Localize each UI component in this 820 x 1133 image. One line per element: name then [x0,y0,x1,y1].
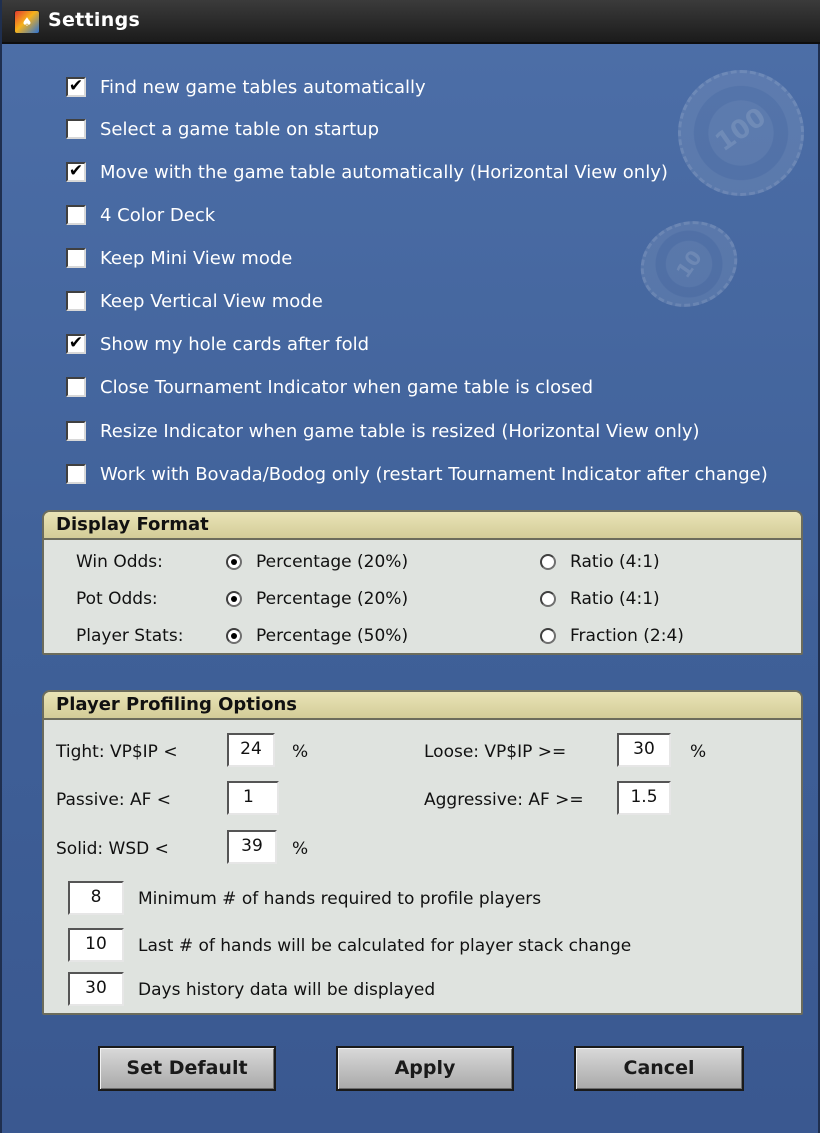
checkbox-close-indicator[interactable]: Close Tournament Indicator when game tab… [66,374,593,400]
check-mark-icon: ✔ [68,76,84,96]
set-default-button[interactable]: Set Default [98,1046,276,1091]
app-logo-icon: ♠ [14,10,40,34]
checkbox-box[interactable] [66,248,86,268]
title-bar[interactable]: ♠ Settings [2,0,820,44]
checkbox-box[interactable]: ✔ [66,162,86,182]
radio-button[interactable] [226,591,242,607]
checkbox-bovada-only[interactable]: Work with Bovada/Bodog only (restart Tou… [66,461,768,487]
radio-button[interactable] [226,628,242,644]
passive-label: Passive: AF < [56,790,172,810]
checkbox-box[interactable] [66,377,86,397]
min-hands-input[interactable]: 8 [68,881,124,915]
checkbox-box[interactable] [66,464,86,484]
checkbox-label: Keep Mini View mode [100,247,293,269]
solid-percent-sign: % [292,839,309,859]
checkbox-label: Move with the game table automatically (… [100,161,668,183]
checkbox-label: Find new game tables automatically [100,76,426,98]
aggressive-label: Aggressive: AF >= [424,790,584,810]
player-stats-row: Player Stats: Percentage (50%) Fraction … [44,624,801,650]
checkbox-box[interactable] [66,205,86,225]
checkbox-box[interactable] [66,119,86,139]
radio-label: Percentage (50%) [256,626,409,646]
win-odds-ratio-radio[interactable]: Ratio (4:1) [540,552,660,572]
days-history-label: Days history data will be displayed [138,980,436,1000]
checkbox-label: 4 Color Deck [100,204,216,226]
checkbox-label: Select a game table on startup [100,118,379,140]
player-stats-fraction-radio[interactable]: Fraction (2:4) [540,626,684,646]
window-title: Settings [48,9,141,31]
chip-small-text: 10 [671,245,707,283]
solid-wsd-input[interactable]: 39 [227,830,277,864]
radio-selected-dot [231,559,237,565]
checkbox-label: Resize Indicator when game table is resi… [100,420,700,442]
checkbox-box[interactable] [66,291,86,311]
player-stats-label: Player Stats: [76,626,184,646]
check-mark-icon: ✔ [68,333,84,353]
radio-button[interactable] [540,591,556,607]
win-odds-percentage-radio[interactable]: Percentage (20%) [226,552,408,572]
radio-label: Percentage (20%) [256,552,409,572]
radio-button[interactable] [540,628,556,644]
display-format-group: Display Format Win Odds: Percentage (20%… [42,510,803,655]
loose-percent-sign: % [690,742,707,762]
checkbox-label: Keep Vertical View mode [100,290,323,312]
radio-label: Fraction (2:4) [570,626,684,646]
poker-chip-small-icon: 10 [628,207,750,321]
solid-label: Solid: WSD < [56,839,169,859]
radio-label: Ratio (4:1) [570,552,660,572]
check-mark-icon: ✔ [68,161,84,181]
radio-selected-dot [231,633,237,639]
loose-label: Loose: VP$IP >= [424,742,567,762]
last-hands-label: Last # of hands will be calculated for p… [138,936,632,956]
checkbox-find-new-tables[interactable]: ✔ Find new game tables automatically [66,74,426,100]
radio-button[interactable] [226,554,242,570]
min-hands-label: Minimum # of hands required to profile p… [138,889,542,909]
cancel-button[interactable]: Cancel [574,1046,744,1091]
loose-vpip-input[interactable]: 30 [617,733,671,767]
radio-button[interactable] [540,554,556,570]
checkbox-resize-indicator[interactable]: Resize Indicator when game table is resi… [66,418,700,444]
checkbox-box[interactable]: ✔ [66,334,86,354]
pot-odds-label: Pot Odds: [76,589,158,609]
checkbox-four-color-deck[interactable]: 4 Color Deck [66,202,215,228]
checkbox-show-hole-cards[interactable]: ✔ Show my hole cards after fold [66,331,369,357]
checkbox-box[interactable] [66,421,86,441]
radio-selected-dot [231,596,237,602]
player-profiling-title: Player Profiling Options [44,692,801,720]
last-hands-input[interactable]: 10 [68,928,124,962]
checkbox-label: Work with Bovada/Bodog only (restart Tou… [100,463,768,485]
passive-af-input[interactable]: 1 [227,781,279,815]
checkbox-box[interactable]: ✔ [66,77,86,97]
pot-odds-row: Pot Odds: Percentage (20%) Ratio (4:1) [44,587,801,613]
win-odds-label: Win Odds: [76,552,163,572]
checkbox-label: Close Tournament Indicator when game tab… [100,376,594,398]
tight-label: Tight: VP$IP < [56,742,178,762]
checkbox-move-with-table[interactable]: ✔ Move with the game table automatically… [66,159,668,185]
player-stats-percentage-radio[interactable]: Percentage (50%) [226,626,408,646]
poker-chip-large-icon: 100 [678,70,804,196]
checkbox-keep-mini-view[interactable]: Keep Mini View mode [66,245,292,271]
radio-label: Ratio (4:1) [570,589,660,609]
aggressive-af-input[interactable]: 1.5 [617,781,671,815]
checkbox-keep-vertical-view[interactable]: Keep Vertical View mode [66,288,323,314]
tight-vpip-input[interactable]: 24 [227,733,275,767]
settings-window: ♠ Settings 100 10 ✔ Find new game tables… [0,0,820,1133]
pot-odds-ratio-radio[interactable]: Ratio (4:1) [540,589,660,609]
win-odds-row: Win Odds: Percentage (20%) Ratio (4:1) [44,550,801,576]
player-profiling-group: Player Profiling Options Tight: VP$IP < … [42,690,803,1015]
radio-label: Percentage (20%) [256,589,409,609]
chip-large-text: 100 [710,102,772,158]
apply-button[interactable]: Apply [336,1046,514,1091]
checkbox-select-table-startup[interactable]: Select a game table on startup [66,116,379,142]
pot-odds-percentage-radio[interactable]: Percentage (20%) [226,589,408,609]
days-history-input[interactable]: 30 [68,972,124,1006]
checkbox-label: Show my hole cards after fold [100,333,370,355]
display-format-title: Display Format [44,512,801,540]
tight-percent-sign: % [292,742,309,762]
